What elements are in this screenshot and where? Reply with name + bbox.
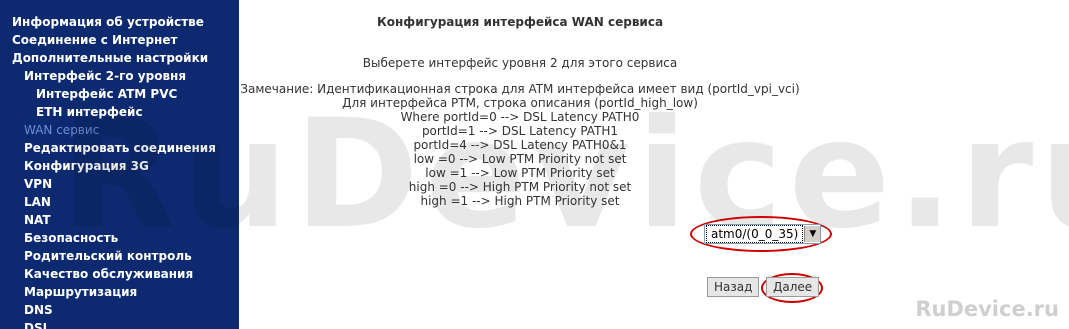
- note-line: low =0 --> Low PTM Priority not set: [413, 152, 627, 166]
- nav-item-nat[interactable]: NAT: [24, 212, 51, 228]
- nav-item-dsl[interactable]: DSL: [24, 320, 50, 329]
- chevron-down-icon[interactable]: ▼: [804, 226, 821, 242]
- note-line: Замечание: Идентификационная строка для …: [240, 82, 800, 96]
- nav-item-routing[interactable]: Маршрутизация: [24, 284, 137, 300]
- note-line: portId=1 --> DSL Latency PATH1: [421, 124, 619, 138]
- logo: RuDevice.ru: [915, 297, 1059, 321]
- nav-item-parental-control[interactable]: Родительский контроль: [24, 248, 192, 264]
- nav-item-dns[interactable]: DNS: [24, 302, 53, 318]
- nav-item-internet-connection[interactable]: Соединение с Интернет: [12, 32, 177, 48]
- note-line: Для интерфейса PTM, строка описания (por…: [342, 96, 698, 110]
- page-title: Конфигурация интерфейса WAN сервиса: [376, 15, 664, 29]
- nav-item-security[interactable]: Безопасность: [24, 230, 118, 246]
- nav-item-qos[interactable]: Качество обслуживания: [24, 266, 193, 282]
- back-button[interactable]: Назад: [707, 277, 760, 297]
- page-subtitle: Выберете интерфейс уровня 2 для этого се…: [362, 56, 678, 70]
- interface-select[interactable]: atm0/(0_0_35) ▼: [704, 224, 822, 244]
- note-line: high =1 --> High PTM Priority set: [420, 194, 620, 208]
- next-button[interactable]: Далее: [766, 277, 820, 297]
- note-line: high =0 --> High PTM Priority not set: [408, 180, 632, 194]
- interface-select-value: atm0/(0_0_35): [706, 225, 804, 243]
- note-line: portId=4 --> DSL Latency PATH0&1: [413, 138, 627, 152]
- note-line: low =1 --> Low PTM Priority set: [425, 166, 615, 180]
- note-line: Where portId=0 --> DSL Latency PATH0: [400, 110, 640, 124]
